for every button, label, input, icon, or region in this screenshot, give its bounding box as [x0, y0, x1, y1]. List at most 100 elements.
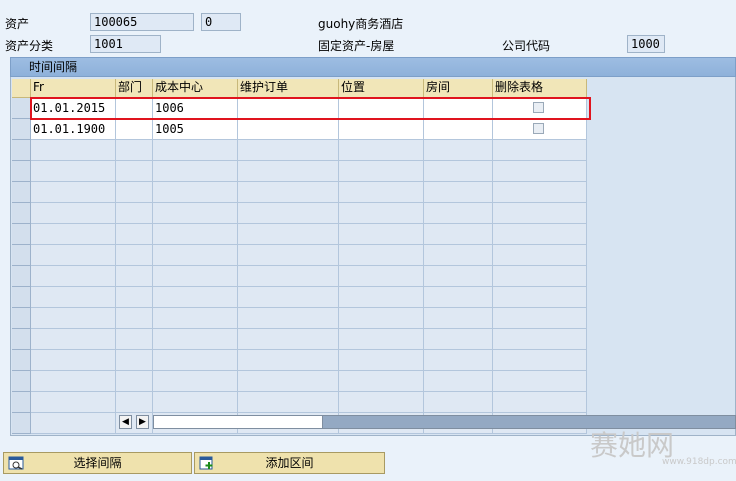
cell-cost-center[interactable]: [153, 224, 238, 245]
column-header-location[interactable]: 位置: [339, 79, 424, 98]
cell-cost-center[interactable]: [153, 266, 238, 287]
cell-location[interactable]: [339, 287, 424, 308]
cell-location[interactable]: [339, 266, 424, 287]
cell-room[interactable]: [424, 224, 493, 245]
cell-from[interactable]: [31, 371, 116, 392]
cell-maint-order[interactable]: [238, 161, 339, 182]
cell-location[interactable]: [339, 350, 424, 371]
row-selector[interactable]: [12, 371, 31, 392]
cell-cost-center[interactable]: [153, 371, 238, 392]
cell-room[interactable]: [424, 371, 493, 392]
cell-maint-order[interactable]: [238, 350, 339, 371]
delete-cell[interactable]: [493, 350, 587, 371]
column-header-dept[interactable]: 部门: [116, 79, 153, 98]
cell-maint-order[interactable]: [238, 245, 339, 266]
column-header-delete[interactable]: 删除表格: [493, 79, 587, 98]
cell-from[interactable]: [31, 140, 116, 161]
cell-maint-order[interactable]: [238, 224, 339, 245]
cell-dept[interactable]: [116, 161, 153, 182]
cell-cost-center[interactable]: [153, 392, 238, 413]
cell-dept[interactable]: [116, 224, 153, 245]
cell-from[interactable]: [31, 224, 116, 245]
cell-room[interactable]: [424, 329, 493, 350]
company-code-field[interactable]: 1000: [627, 35, 665, 53]
cell-dept[interactable]: [116, 140, 153, 161]
cell-cost-center[interactable]: [153, 203, 238, 224]
cell-maint-order[interactable]: [238, 119, 339, 140]
row-selector[interactable]: [12, 287, 31, 308]
row-selector[interactable]: [12, 245, 31, 266]
delete-cell[interactable]: [493, 140, 587, 161]
row-selector[interactable]: [12, 98, 31, 119]
cell-dept[interactable]: [116, 392, 153, 413]
cell-maint-order[interactable]: [238, 371, 339, 392]
cell-maint-order[interactable]: [238, 308, 339, 329]
delete-cell[interactable]: [493, 182, 587, 203]
delete-cell[interactable]: [493, 329, 587, 350]
delete-cell[interactable]: [493, 308, 587, 329]
delete-cell[interactable]: [493, 245, 587, 266]
cell-location[interactable]: [339, 140, 424, 161]
cell-cost-center[interactable]: 1005: [153, 119, 238, 140]
row-selector[interactable]: [12, 182, 31, 203]
cell-room[interactable]: [424, 350, 493, 371]
horizontal-scroll-thumb[interactable]: [153, 415, 323, 429]
cell-room[interactable]: [424, 140, 493, 161]
table-corner[interactable]: [12, 79, 31, 98]
cell-dept[interactable]: [116, 350, 153, 371]
row-selector[interactable]: [12, 266, 31, 287]
row-selector[interactable]: [12, 329, 31, 350]
cell-location[interactable]: [339, 245, 424, 266]
cell-dept[interactable]: [116, 371, 153, 392]
delete-cell[interactable]: [493, 392, 587, 413]
delete-cell[interactable]: [493, 119, 587, 140]
row-selector[interactable]: [12, 308, 31, 329]
cell-location[interactable]: [339, 329, 424, 350]
cell-dept[interactable]: [116, 203, 153, 224]
column-header-maint-order[interactable]: 维护订单: [238, 79, 339, 98]
row-selector[interactable]: [12, 119, 31, 140]
row-selector[interactable]: [12, 413, 31, 434]
cell-cost-center[interactable]: [153, 245, 238, 266]
cell-maint-order[interactable]: [238, 287, 339, 308]
cell-location[interactable]: [339, 392, 424, 413]
cell-from[interactable]: [31, 308, 116, 329]
delete-cell[interactable]: [493, 287, 587, 308]
delete-cell[interactable]: [493, 203, 587, 224]
asset-subnumber-field[interactable]: 0: [201, 13, 241, 31]
cell-dept[interactable]: [116, 287, 153, 308]
asset-number-field[interactable]: 100065: [90, 13, 194, 31]
cell-from[interactable]: [31, 266, 116, 287]
cell-dept[interactable]: [116, 329, 153, 350]
cell-maint-order[interactable]: [238, 266, 339, 287]
cell-from[interactable]: [31, 182, 116, 203]
asset-class-field[interactable]: 1001: [90, 35, 161, 53]
cell-maint-order[interactable]: [238, 329, 339, 350]
cell-location[interactable]: [339, 203, 424, 224]
add-interval-button[interactable]: 添加区间: [194, 452, 385, 474]
select-interval-button[interactable]: 选择间隔: [3, 452, 192, 474]
cell-from[interactable]: [31, 392, 116, 413]
cell-cost-center[interactable]: [153, 329, 238, 350]
cell-from[interactable]: [31, 203, 116, 224]
row-selector[interactable]: [12, 392, 31, 413]
delete-cell[interactable]: [493, 161, 587, 182]
cell-location[interactable]: [339, 224, 424, 245]
row-selector[interactable]: [12, 224, 31, 245]
cell-maint-order[interactable]: [238, 203, 339, 224]
cell-cost-center[interactable]: [153, 140, 238, 161]
cell-location[interactable]: [339, 161, 424, 182]
cell-room[interactable]: [424, 245, 493, 266]
delete-cell[interactable]: [493, 266, 587, 287]
cell-location[interactable]: [339, 371, 424, 392]
cell-room[interactable]: [424, 203, 493, 224]
cell-maint-order[interactable]: [238, 140, 339, 161]
cell-from[interactable]: [31, 245, 116, 266]
cell-location[interactable]: [339, 182, 424, 203]
cell-from[interactable]: [31, 413, 116, 434]
cell-from[interactable]: 01.01.1900: [31, 119, 116, 140]
cell-cost-center[interactable]: [153, 182, 238, 203]
cell-dept[interactable]: [116, 266, 153, 287]
cell-cost-center[interactable]: [153, 308, 238, 329]
cell-room[interactable]: [424, 392, 493, 413]
